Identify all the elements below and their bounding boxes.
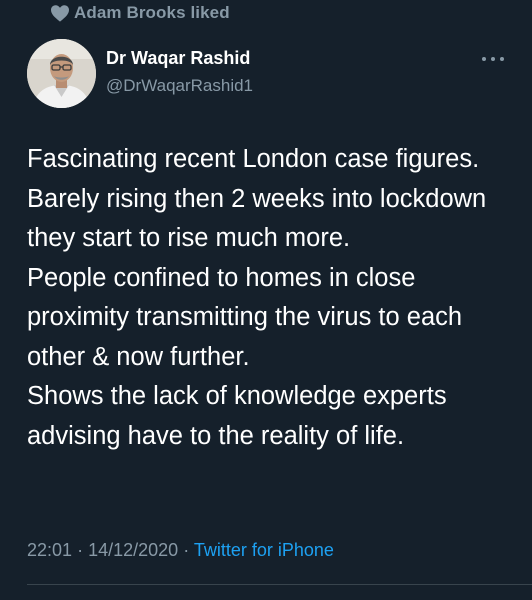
- tweet-time[interactable]: 22:01: [27, 540, 72, 560]
- meta-separator: ·: [77, 540, 84, 560]
- avatar[interactable]: [27, 39, 96, 108]
- heart-icon: [51, 5, 69, 22]
- author-handle[interactable]: @DrWaqarRashid1: [106, 76, 253, 96]
- meta-separator: ·: [183, 540, 190, 560]
- tweet-text: Fascinating recent London case figures. …: [27, 145, 487, 450]
- more-dot-icon: [482, 57, 486, 61]
- author-display-name[interactable]: Dr Waqar Rashid: [106, 48, 250, 69]
- tweet-metadata: 22:01 · 14/12/2020 · Twitter for iPhone: [27, 540, 334, 561]
- more-options-button[interactable]: [482, 52, 504, 66]
- profile-photo: [27, 39, 96, 108]
- tweet-source-link[interactable]: Twitter for iPhone: [194, 540, 334, 560]
- more-dot-icon: [500, 57, 504, 61]
- tweet-date[interactable]: 14/12/2020: [88, 540, 178, 560]
- liked-by-text: Adam Brooks liked: [74, 3, 230, 22]
- social-context[interactable]: Adam Brooks liked: [51, 0, 230, 26]
- more-dot-icon: [491, 57, 495, 61]
- divider: [27, 584, 532, 585]
